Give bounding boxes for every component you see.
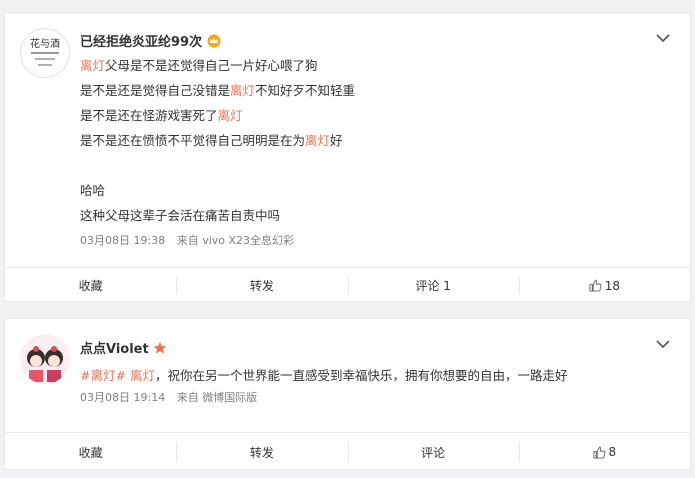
chevron-down-icon[interactable] bbox=[656, 339, 670, 349]
repost-label: 转发 bbox=[249, 279, 274, 293]
text-segment: 是不是还在怪游戏害死了 bbox=[80, 108, 218, 123]
post-card: 花与酒 已经拒绝炎亚纶99次 离灯父母是不是还觉得自己一片好心喂了狗 是不是还是觉… bbox=[4, 12, 691, 302]
text-segment: 是不是还在愤愤不平觉得自己明明是在为 bbox=[80, 133, 306, 148]
post-text-line: #离灯# 离灯，祝你在另一个世界能一直感受到幸福快乐，拥有你想要的自由，一路走好 bbox=[80, 363, 674, 388]
username-text[interactable]: 已经拒绝炎亚纶99次 bbox=[80, 31, 202, 50]
avatar-calligraphy-text: 花与酒 bbox=[30, 37, 60, 50]
post-time[interactable]: 03月08日 19:38 bbox=[80, 234, 165, 247]
action-bar: 收藏 转发 评论 8 bbox=[5, 432, 690, 471]
post-text-line: 哈哈 bbox=[80, 178, 674, 203]
post-source: 来自 微博国际版 bbox=[176, 391, 258, 404]
star-icon bbox=[153, 341, 167, 354]
like-button[interactable]: 18 bbox=[518, 268, 690, 303]
post-card: 点点Violet #离灯# 离灯，祝你在另一个世界能一直感受到幸福快乐，拥有你想… bbox=[4, 318, 691, 470]
post-text: 离灯父母是不是还觉得自己一片好心喂了狗 是不是还是觉得自己没错是离灯不知好歹不知轻… bbox=[80, 53, 674, 228]
repost-button[interactable]: 转发 bbox=[176, 433, 347, 471]
post-time[interactable]: 03月08日 19:14 bbox=[80, 391, 165, 404]
post-text-line: 离灯父母是不是还觉得自己一片好心喂了狗 bbox=[80, 53, 674, 78]
username[interactable]: 点点Violet bbox=[80, 338, 167, 357]
avatar-calligraphy-image: 花与酒 bbox=[20, 28, 70, 78]
comment-label: 评论 bbox=[421, 445, 446, 460]
favorite-label: 收藏 bbox=[78, 279, 103, 293]
comment-label: 评论 1 bbox=[415, 279, 451, 293]
topic-link[interactable]: 离灯 bbox=[130, 368, 155, 383]
topic-link[interactable]: 离灯 bbox=[305, 133, 330, 148]
repost-button[interactable]: 转发 bbox=[176, 268, 347, 303]
chevron-down-icon[interactable] bbox=[656, 33, 670, 43]
favorite-button[interactable]: 收藏 bbox=[5, 268, 176, 303]
text-segment: 哈哈 bbox=[80, 183, 106, 198]
topic-link[interactable]: 离灯 bbox=[80, 58, 105, 73]
post-meta: 03月08日 19:14 来自 微博国际版 bbox=[80, 389, 265, 405]
avatar[interactable] bbox=[20, 334, 70, 384]
text-segment: 不知好歹不知轻重 bbox=[255, 83, 356, 98]
post-text-line: 是不是还在怪游戏害死了离灯 bbox=[80, 103, 674, 128]
crown-icon bbox=[207, 34, 221, 47]
thumbs-up-icon bbox=[593, 446, 606, 459]
avatar[interactable]: 花与酒 bbox=[20, 28, 70, 78]
weibo-feed: 花与酒 已经拒绝炎亚纶99次 离灯父母是不是还觉得自己一片好心喂了狗 是不是还是觉… bbox=[0, 0, 695, 478]
like-count: 18 bbox=[604, 278, 621, 293]
text-segment: 好 bbox=[330, 133, 343, 148]
post-text: #离灯# 离灯，祝你在另一个世界能一直感受到幸福快乐，拥有你想要的自由，一路走好 bbox=[80, 363, 674, 388]
topic-link[interactable]: 离灯 bbox=[218, 108, 243, 123]
username-text[interactable]: 点点Violet bbox=[80, 338, 149, 357]
like-count: 8 bbox=[608, 445, 617, 459]
post-text-line: 是不是还在愤愤不平觉得自己明明是在为离灯好 bbox=[80, 128, 674, 153]
username[interactable]: 已经拒绝炎亚纶99次 bbox=[80, 31, 222, 50]
post-meta: 03月08日 19:38 来自 vivo X23全息幻彩 bbox=[80, 232, 302, 248]
post-text-line: 这种父母这辈子会活在痛苦自责中吗 bbox=[80, 203, 674, 228]
text-segment: 这种父母这辈子会活在痛苦自责中吗 bbox=[80, 208, 281, 223]
favorite-label: 收藏 bbox=[78, 445, 103, 460]
avatar-cartoon-image bbox=[20, 334, 70, 384]
text-segment: ，祝你在另一个世界能一直感受到幸福快乐，拥有你想要的自由，一路走好 bbox=[154, 368, 568, 383]
topic-link[interactable]: 离灯 bbox=[230, 83, 255, 98]
topic-link[interactable]: #离灯# bbox=[80, 368, 126, 383]
comment-button[interactable]: 评论 1 bbox=[347, 268, 519, 303]
thumbs-up-icon bbox=[589, 279, 602, 292]
text-segment: 是不是还是觉得自己没错是 bbox=[80, 83, 231, 98]
repost-label: 转发 bbox=[249, 445, 274, 460]
text-segment: 父母是不是还觉得自己一片好心喂了狗 bbox=[105, 58, 318, 73]
favorite-button[interactable]: 收藏 bbox=[5, 433, 176, 471]
post-text-line: 是不是还是觉得自己没错是离灯不知好歹不知轻重 bbox=[80, 78, 674, 103]
post-source: 来自 vivo X23全息幻彩 bbox=[176, 234, 295, 247]
post-text-line bbox=[80, 153, 674, 178]
comment-button[interactable]: 评论 bbox=[347, 433, 519, 471]
action-bar: 收藏 转发 评论 1 18 bbox=[5, 267, 690, 303]
like-button[interactable]: 8 bbox=[518, 433, 690, 471]
